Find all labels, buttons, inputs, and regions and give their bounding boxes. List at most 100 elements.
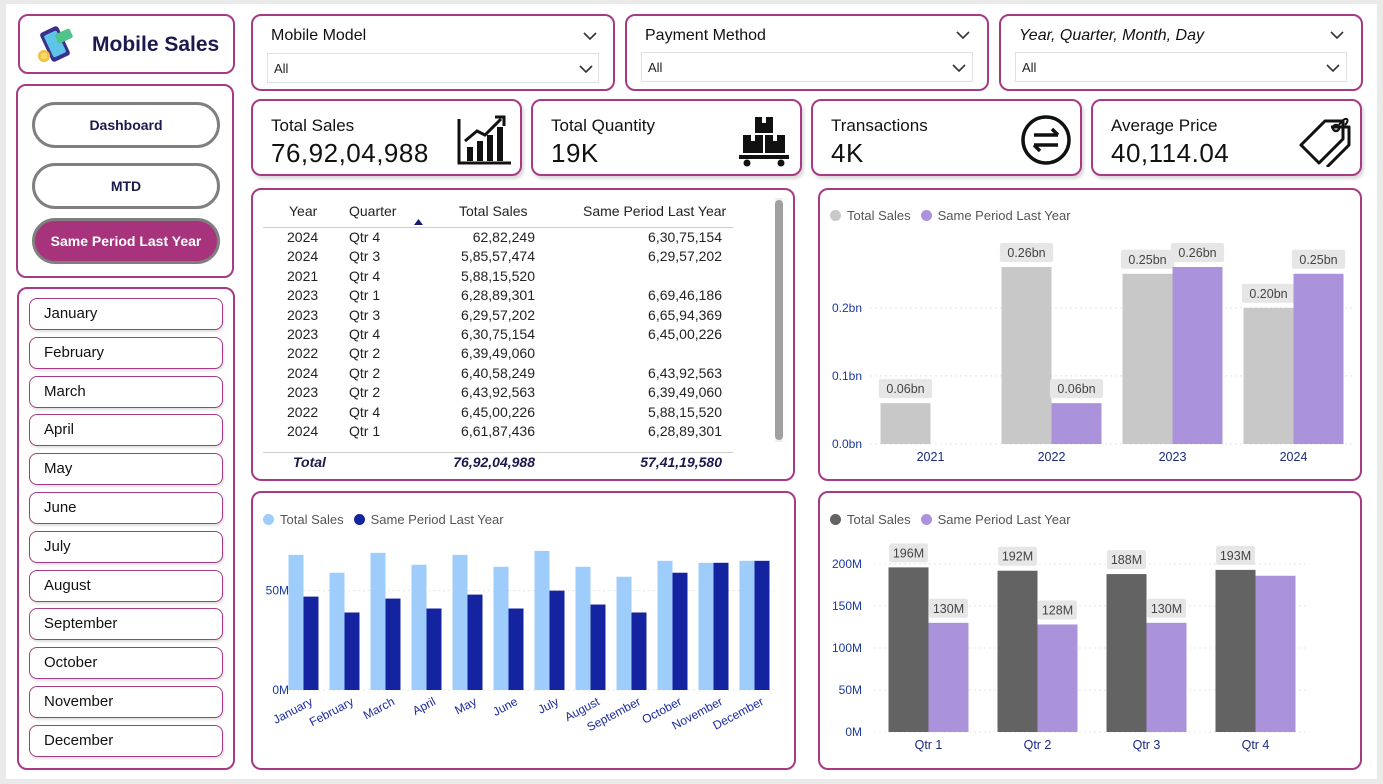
table-cell: Qtr 1 [349, 287, 381, 304]
phone-money-icon [38, 26, 73, 62]
month-button-january[interactable]: January [29, 298, 223, 330]
bar-same-period-last-year [1051, 403, 1102, 444]
table-row[interactable]: 2021 Qtr 4 5,88,15,520 [263, 268, 733, 287]
transactions-card: Transactions 4K [811, 99, 1082, 176]
column-header-year[interactable]: Year [289, 203, 317, 219]
table-cell: Qtr 2 [349, 345, 381, 362]
data-label: 128M [1042, 603, 1073, 617]
table-cell: 2023 [287, 326, 319, 342]
mtd-button[interactable]: MTD [32, 163, 220, 209]
bar-total-sales [1106, 574, 1147, 732]
bar-same-period-last-year [713, 562, 729, 690]
kpi-label: Total Quantity [551, 116, 655, 135]
x-tick-label: May [452, 694, 479, 717]
same-period-last-year-button[interactable]: Same Period Last Year [32, 218, 220, 264]
table-row[interactable]: 2024 Qtr 4 62,82,249 6,30,75,154 [263, 229, 733, 248]
x-tick-label: 2024 [1280, 450, 1308, 464]
column-header-quarter[interactable]: Quarter [349, 203, 396, 219]
total-label: Total [293, 454, 326, 470]
x-tick-label: Qtr 2 [1024, 738, 1052, 752]
mobile-model-slicer: Mobile Model All [251, 14, 615, 91]
bar-same-period-last-year [1037, 624, 1078, 732]
sales-by-month-chart: Total Sales Same Period Last Year 0M 50M J… [251, 491, 796, 770]
bar-total-sales [888, 567, 929, 732]
mobile-model-dropdown[interactable]: All [267, 53, 599, 83]
chevron-down-icon[interactable] [583, 29, 597, 43]
kpi-value: 76,92,04,988 [271, 138, 429, 168]
table-cell: 2023 [287, 306, 319, 323]
table-row[interactable]: 2022 Qtr 4 6,45,00,226 5,88,15,520 [263, 404, 733, 423]
table-row[interactable]: 2024 Qtr 1 6,61,87,436 6,28,89,301 [263, 423, 733, 442]
y-tick-label: 200M [832, 557, 862, 571]
x-tick-label: July [535, 694, 560, 716]
table-row[interactable]: 2024 Qtr 2 6,40,58,249 6,43,92,563 [263, 365, 733, 384]
month-chart-plot: 0M 50M JanuaryFebruary March April May June Jul… [266, 550, 775, 734]
month-button-november[interactable]: November [29, 686, 223, 718]
table-cell: 2022 [287, 403, 319, 420]
y-tick-label: 50M [266, 584, 289, 598]
table-row[interactable]: 2023 Qtr 4 6,30,75,154 6,45,00,226 [263, 326, 733, 345]
chevron-down-icon[interactable] [1326, 61, 1340, 75]
month-button-july[interactable]: July [29, 530, 223, 563]
dashboard-button[interactable]: Dashboard [32, 102, 220, 148]
table-cell: 6,40,58,249 [461, 364, 535, 381]
data-label: 0.26bn [1178, 246, 1216, 260]
sort-ascending-icon[interactable] [414, 219, 423, 225]
x-tick-label: 2021 [917, 450, 945, 464]
month-button-april[interactable]: April [29, 414, 223, 447]
month-button-august[interactable]: August [29, 569, 223, 602]
chevron-down-icon[interactable] [1330, 28, 1344, 42]
logo-card: Mobile Sales [18, 14, 235, 74]
data-label: 196M [893, 546, 924, 560]
x-tick-label: February [307, 694, 356, 729]
x-tick-label: Qtr 4 [1242, 738, 1270, 752]
table-cell: 2023 [287, 287, 319, 304]
table-cell: 6,30,75,154 [461, 326, 535, 342]
payment-method-dropdown[interactable]: All [641, 52, 973, 82]
bar-total-sales [575, 566, 591, 690]
month-button-december[interactable]: December [29, 724, 223, 757]
month-button-september[interactable]: September [29, 608, 223, 641]
table-cell: 6,45,00,226 [648, 326, 722, 342]
slicer-title: Year, Quarter, Month, Day [1019, 27, 1204, 44]
column-header-same-period-last-year[interactable]: Same Period Last Year [583, 203, 726, 219]
app-title: Mobile Sales [92, 33, 220, 56]
table-cell: 6,29,57,202 [461, 306, 535, 323]
header-divider [263, 227, 733, 228]
chevron-down-icon[interactable] [579, 62, 593, 76]
bar-total-sales [1001, 267, 1052, 444]
table-cell: 5,85,57,474 [461, 248, 535, 265]
month-button-june[interactable]: June [29, 492, 223, 524]
y-tick-label: 0.2bn [832, 301, 862, 315]
month-button-may[interactable]: May [29, 453, 223, 486]
chevron-down-icon[interactable] [956, 28, 970, 42]
x-tick-label: April [410, 694, 438, 718]
bar-same-period-last-year [590, 604, 606, 690]
table-row[interactable]: 2023 Qtr 3 6,29,57,202 6,65,94,369 [263, 307, 733, 326]
price-tag-icon [1299, 118, 1351, 167]
table-scrollbar-thumb[interactable] [775, 200, 783, 440]
month-button-march[interactable]: March [29, 375, 223, 408]
date-hierarchy-dropdown[interactable]: All [1015, 52, 1347, 82]
table-row[interactable]: 2023 Qtr 1 6,28,89,301 6,69,46,186 [263, 287, 733, 306]
x-tick-label: 2023 [1159, 450, 1187, 464]
data-label: 193M [1220, 549, 1251, 563]
chevron-down-icon[interactable] [952, 61, 966, 75]
column-header-total-sales[interactable]: Total Sales [459, 203, 527, 219]
bar-same-period-last-year [1255, 575, 1296, 732]
table-cell: 5,88,15,520 [648, 403, 722, 420]
table-cell: 2024 [287, 364, 319, 381]
kpi-label: Transactions [831, 116, 928, 135]
data-label: 188M [1111, 553, 1142, 567]
bar-same-period-last-year [672, 572, 688, 690]
month-button-february[interactable]: February [29, 336, 223, 369]
bar-same-period-last-year [1172, 267, 1223, 444]
table-row[interactable]: 2023 Qtr 2 6,43,92,563 6,39,49,060 [263, 384, 733, 403]
table-cell: 5,88,15,520 [461, 267, 535, 284]
total-divider [263, 452, 733, 453]
bar-same-period-last-year [467, 594, 483, 690]
table-row[interactable]: 2024 Qtr 3 5,85,57,474 6,29,57,202 [263, 248, 733, 267]
month-button-october[interactable]: October [29, 647, 223, 680]
bar-total-sales [1122, 273, 1173, 444]
table-row[interactable]: 2022 Qtr 2 6,39,49,060 [263, 345, 733, 364]
